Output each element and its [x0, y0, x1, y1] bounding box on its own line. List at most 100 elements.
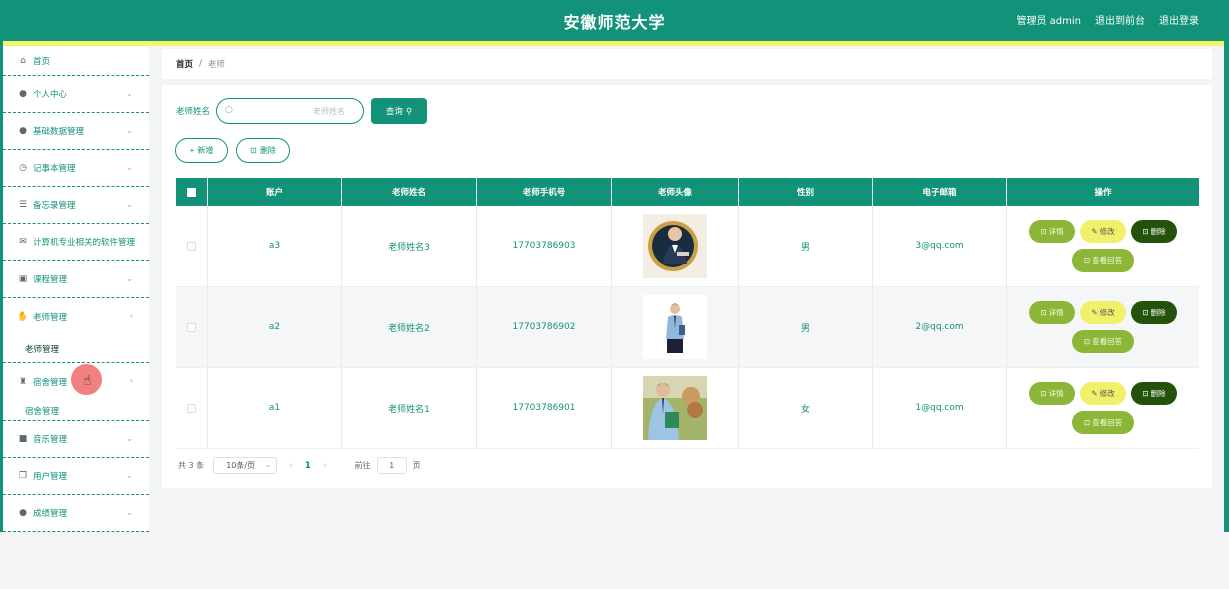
detail-icon: ⊡ [1040, 227, 1047, 236]
chevron-down-icon: ⌄ [126, 508, 133, 517]
sidebar-subitem-teacher-manage[interactable]: 老师管理 [3, 335, 149, 363]
select-all-checkbox[interactable] [187, 187, 196, 197]
goto-page-input[interactable] [376, 457, 407, 474]
row-checkbox-cell [176, 206, 208, 286]
name-cell: 老师姓名2 [342, 287, 477, 367]
header-checkbox-cell [176, 178, 208, 206]
phone-cell: 17703786901 [477, 368, 612, 448]
sidebar-item-users[interactable]: ❐ 用户管理 ⌄ [3, 458, 149, 495]
phone-cell: 17703786903 [477, 206, 612, 286]
view-answers-button[interactable]: ⊡ 查看回答 [1072, 249, 1134, 272]
user-icon: ● [19, 126, 27, 136]
sidebar-item-notebook[interactable]: ◷ 记事本管理 ⌄ [3, 150, 149, 187]
column-header: 电子邮箱 [873, 178, 1007, 206]
chevron-up-icon: ‹ [129, 311, 133, 320]
chevron-down-icon: ⌄ [126, 434, 133, 443]
delete-row-button[interactable]: ⊡ 删除 [1131, 301, 1177, 324]
sidebar-item-label: 音乐管理 [33, 435, 68, 445]
sidebar-item-home[interactable]: ⌂ 首页 [3, 46, 149, 76]
trash-icon: ⊡ [1142, 308, 1149, 317]
row-checkbox[interactable] [187, 403, 196, 413]
teacher-name-input[interactable] [217, 99, 364, 124]
operations-cell: ⊡ 详情 ✎ 修改 ⊡ 删除 ⊡ 查看回答 [1007, 206, 1199, 286]
sidebar-item-base-data[interactable]: ● 基础数据管理 ⌄ [3, 113, 149, 150]
header-accent-strip [0, 41, 1229, 46]
row-checkbox[interactable] [187, 241, 196, 251]
sidebar-item-label: 计算机专业相关的软件管理 [33, 238, 136, 248]
trash-icon: ⊡ [1142, 227, 1149, 236]
avatar-cell [612, 206, 739, 286]
breadcrumb: 首页 / 老师 [162, 49, 1212, 79]
table-row: a2 老师姓名2 17703786902 男 2@qq.com ⊡ 详情 ✎ 修… [176, 287, 1199, 368]
sidebar-item-profile[interactable]: ● 个人中心 ⌄ [3, 76, 149, 113]
edit-button[interactable]: ✎ 修改 [1080, 382, 1126, 405]
delete-label: 删除 [1150, 308, 1166, 317]
header-right-links: 管理员 admin 退出到前台 退出登录 [1016, 12, 1199, 27]
avatar-cell [612, 368, 739, 448]
current-page-number[interactable]: 1 [305, 461, 311, 471]
edit-button[interactable]: ✎ 修改 [1080, 220, 1126, 243]
chevron-down-icon: ⌄ [126, 274, 133, 283]
document-icon: ⊡ [1083, 337, 1091, 346]
sidebar-item-label: 首页 [33, 56, 51, 67]
logout-link[interactable]: 退出登录 [1159, 12, 1199, 27]
search-form: 老师姓名 ○ 查询 ⚲ [176, 98, 428, 124]
teacher-avatar [643, 376, 707, 440]
sidebar-item-course[interactable]: ▣ 课程管理 ⌄ [3, 261, 149, 298]
column-header: 老师头像 [612, 178, 739, 206]
briefcase-icon: ▣ [18, 274, 28, 284]
account-cell: a2 [208, 287, 342, 367]
delete-row-button[interactable]: ⊡ 删除 [1131, 382, 1177, 405]
sidebar-item-memo[interactable]: ☰ 备忘录管理 ⌄ [3, 187, 149, 224]
document-icon: ⊡ [1083, 418, 1091, 427]
action-buttons: + 新增 ⊡ 删除 [175, 138, 290, 163]
sidebar-subitem-dorm-manage[interactable]: 宿舍管理 [3, 401, 149, 421]
detail-button[interactable]: ⊡ 详情 [1029, 220, 1075, 243]
email-cell: 2@qq.com [873, 287, 1007, 367]
search-button-label: 查询 [385, 106, 403, 116]
delete-button-label: 删除 [259, 146, 276, 155]
edit-label: 修改 [1099, 227, 1115, 236]
column-header: 账户 [208, 178, 342, 206]
view-answers-button[interactable]: ⊡ 查看回答 [1072, 411, 1134, 434]
prev-page-icon[interactable]: ‹ [289, 461, 293, 471]
detail-button[interactable]: ⊡ 详情 [1029, 382, 1075, 405]
sidebar-item-label: 老师管理 [33, 312, 68, 323]
sidebar-item-music[interactable]: ■ 音乐管理 ⌄ [3, 421, 149, 458]
chevron-down-icon: ⌄ [126, 200, 133, 209]
add-button[interactable]: + 新增 [175, 138, 228, 163]
to-front-link[interactable]: 退出到前台 [1095, 12, 1145, 27]
edit-label: 修改 [1099, 308, 1115, 317]
blank-area [0, 532, 1229, 589]
row-checkbox-cell [176, 368, 208, 448]
thumb-icon: ✋ [17, 311, 29, 322]
table-header: 账户 老师姓名 老师手机号 老师头像 性别 电子邮箱 操作 [176, 178, 1199, 206]
search-button[interactable]: 查询 ⚲ [371, 98, 428, 124]
column-header: 老师手机号 [477, 178, 612, 206]
breadcrumb-current: 老师 [207, 60, 225, 70]
hand-cursor-icon: ☝ [83, 373, 92, 389]
sidebar-item-teacher[interactable]: ✋ 老师管理 ‹ [3, 298, 149, 335]
account-cell: a3 [208, 206, 342, 286]
teacher-avatar [643, 295, 707, 359]
batch-delete-button[interactable]: ⊡ 删除 [236, 138, 290, 163]
user-icon: ● [19, 508, 27, 518]
breadcrumb-home[interactable]: 首页 [176, 58, 193, 70]
detail-button[interactable]: ⊡ 详情 [1029, 301, 1075, 324]
view-answers-button[interactable]: ⊡ 查看回答 [1072, 330, 1134, 353]
email-cell: 1@qq.com [873, 368, 1007, 448]
edit-button[interactable]: ✎ 修改 [1080, 301, 1126, 324]
sidebar-item-label: 个人中心 [33, 90, 68, 100]
column-header: 性别 [739, 178, 873, 206]
sidebar: ⌂ 首页 ● 个人中心 ⌄ ● 基础数据管理 ⌄ ◷ 记事本管理 ⌄ ☰ 备忘录… [3, 46, 149, 532]
next-page-icon[interactable]: › [323, 461, 327, 471]
trophy-icon: ♜ [18, 377, 28, 387]
row-checkbox-cell [176, 287, 208, 367]
chevron-down-icon: ⌄ [126, 126, 133, 135]
sidebar-item-software[interactable]: ✉ 计算机专业相关的软件管理 [3, 224, 149, 261]
page-size-select[interactable]: 10条/页 ⌄ [213, 457, 278, 474]
row-checkbox[interactable] [187, 322, 196, 332]
delete-row-button[interactable]: ⊡ 删除 [1131, 220, 1177, 243]
page-unit-label: 页 [412, 461, 421, 470]
sidebar-item-grades[interactable]: ● 成绩管理 ⌄ [3, 495, 149, 532]
